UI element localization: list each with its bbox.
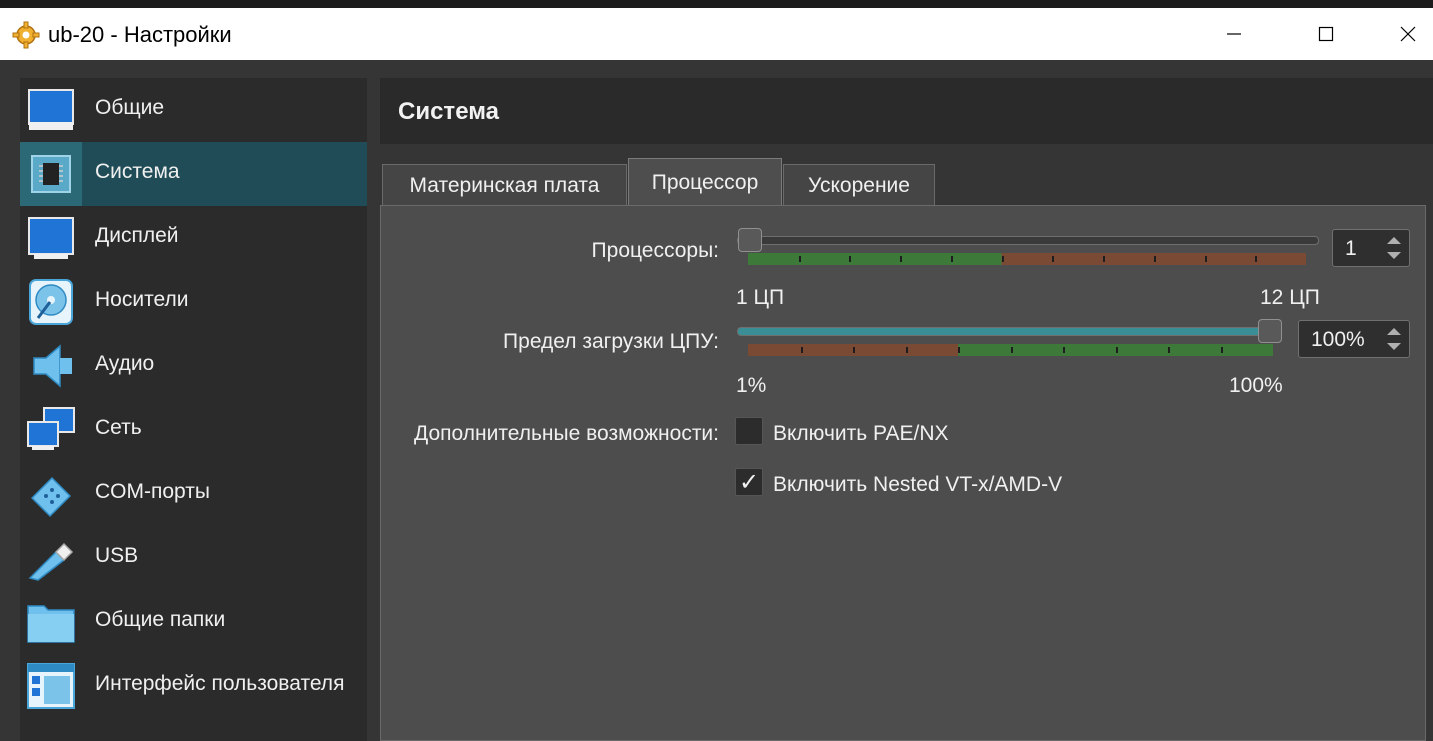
processor-panel: Процессоры: 1 ЦП 12 ЦП 1 Предел загрузки… bbox=[380, 205, 1426, 741]
usb-icon bbox=[28, 542, 74, 581]
cpu-cap-scale bbox=[748, 344, 1273, 356]
cpu-count-scale bbox=[748, 253, 1306, 265]
scale-tick bbox=[1168, 347, 1170, 353]
cpu-cap-slider-track[interactable] bbox=[737, 327, 1277, 336]
minimize-button[interactable] bbox=[1204, 8, 1264, 60]
scale-tick bbox=[853, 347, 855, 353]
scale-tick bbox=[905, 347, 908, 353]
cap-min-label: 1% bbox=[736, 374, 767, 397]
tab-acceleration[interactable]: Ускорение bbox=[783, 164, 935, 206]
top-strip bbox=[0, 0, 1433, 8]
sidebar-item-label: Носители bbox=[95, 288, 189, 311]
scale-tick bbox=[1220, 347, 1223, 353]
sidebar-item-storage[interactable]: Носители bbox=[20, 270, 367, 334]
sidebar-item-label: Сеть bbox=[95, 416, 142, 439]
sidebar-item-shared-folders[interactable]: Общие папки bbox=[20, 590, 367, 654]
spin-arrows-icon[interactable] bbox=[1381, 323, 1407, 355]
section-header: Система bbox=[380, 78, 1433, 144]
speaker-icon bbox=[33, 344, 72, 388]
sidebar-item-user-interface[interactable]: Интерфейс пользователя bbox=[20, 654, 367, 718]
tab-label: Процессор bbox=[651, 170, 759, 194]
cap-max-label: 100% bbox=[1229, 374, 1283, 397]
chip-icon bbox=[31, 155, 71, 193]
scale-tick bbox=[958, 347, 960, 353]
gear-icon bbox=[12, 21, 40, 49]
scale-tick bbox=[1010, 347, 1013, 353]
cpu-count-slider-handle[interactable] bbox=[738, 228, 762, 252]
scale-tick bbox=[1204, 256, 1207, 262]
sidebar-item-label: USB bbox=[95, 544, 139, 567]
tab-label: Материнская плата bbox=[409, 173, 600, 197]
sidebar-item-label: Общие папки bbox=[95, 608, 226, 631]
ui-window-icon bbox=[27, 663, 75, 709]
scale-tick bbox=[798, 256, 801, 262]
cpu-count-slider-track[interactable] bbox=[737, 236, 1319, 245]
cpu-cap-value: 100% bbox=[1311, 328, 1365, 351]
maximize-icon bbox=[1318, 26, 1334, 42]
cpu-count-spinbox[interactable]: 1 bbox=[1332, 229, 1410, 267]
close-icon bbox=[1400, 26, 1416, 42]
extended-features-label: Дополнительные возможности: bbox=[414, 422, 719, 445]
scale-tick bbox=[1255, 256, 1258, 262]
cpu-max-label: 12 ЦП bbox=[1260, 286, 1320, 309]
cpu-cap-label: Предел загрузки ЦПУ: bbox=[503, 330, 719, 353]
scale-tick bbox=[849, 256, 852, 262]
disk-icon bbox=[29, 279, 73, 325]
cpu-min-label: 1 ЦП bbox=[736, 286, 785, 309]
tab-motherboard[interactable]: Материнская плата bbox=[382, 164, 627, 206]
monitor-icon bbox=[28, 89, 74, 130]
scale-tick bbox=[1153, 256, 1156, 262]
scale-tick bbox=[1052, 256, 1055, 262]
pae-nx-checkbox[interactable] bbox=[735, 417, 763, 445]
cpu-count-value: 1 bbox=[1345, 237, 1357, 260]
sidebar-item-usb[interactable]: USB bbox=[20, 526, 367, 590]
folder-icon bbox=[27, 605, 75, 643]
page-title: Система bbox=[398, 98, 500, 125]
settings-window: Общие Система Дисплей Носители Аудио Сет… bbox=[0, 60, 1433, 741]
spin-arrows-icon[interactable] bbox=[1381, 232, 1407, 264]
maximize-button[interactable] bbox=[1296, 8, 1356, 60]
pae-nx-label[interactable]: Включить PAE/NX bbox=[773, 422, 949, 446]
serial-port-icon bbox=[30, 476, 72, 518]
window-title: ub-20 - Настройки bbox=[48, 22, 232, 47]
scale-tick bbox=[800, 347, 803, 353]
title-bar: ub-20 - Настройки bbox=[0, 8, 1433, 60]
sidebar-item-network[interactable]: Сеть bbox=[20, 398, 367, 462]
cpu-cap-spinbox[interactable]: 100% bbox=[1298, 320, 1410, 358]
nested-vtx-checkbox[interactable]: ✓ bbox=[735, 468, 763, 496]
scale-tick bbox=[1103, 256, 1106, 262]
sidebar-item-audio[interactable]: Аудио bbox=[20, 334, 367, 398]
cpu-cap-slider-handle[interactable] bbox=[1258, 319, 1282, 343]
network-icon bbox=[27, 407, 75, 450]
sidebar-item-com-ports[interactable]: COM-порты bbox=[20, 462, 367, 526]
display-icon bbox=[28, 217, 74, 259]
sidebar-item-label: Система bbox=[95, 160, 180, 183]
sidebar-item-system[interactable]: Система bbox=[20, 142, 367, 206]
scale-tick bbox=[1115, 347, 1118, 353]
tab-bar: Материнская плата Процессор Ускорение bbox=[380, 158, 1433, 206]
close-button[interactable] bbox=[1378, 8, 1433, 60]
cpu-count-label: Процессоры: bbox=[591, 239, 719, 262]
sidebar-item-label: Аудио bbox=[95, 352, 155, 375]
sidebar-item-label: Дисплей bbox=[95, 224, 179, 247]
scale-tick bbox=[900, 256, 903, 262]
sidebar-item-label: Общие bbox=[95, 96, 165, 119]
settings-sidebar: Общие Система Дисплей Носители Аудио Сет… bbox=[20, 78, 367, 741]
sidebar-item-general[interactable]: Общие bbox=[20, 78, 367, 142]
nested-vtx-label[interactable]: Включить Nested VT-x/AMD-V bbox=[773, 473, 1062, 497]
scale-tick bbox=[950, 256, 953, 262]
tab-processor[interactable]: Процессор bbox=[628, 158, 782, 206]
scale-tick bbox=[1001, 256, 1004, 262]
sidebar-item-label: Интерфейс пользователя bbox=[95, 672, 345, 695]
sidebar-item-label: COM-порты bbox=[95, 480, 210, 503]
tab-label: Ускорение bbox=[808, 173, 910, 197]
sidebar-item-display[interactable]: Дисплей bbox=[20, 206, 367, 270]
minimize-icon bbox=[1227, 33, 1241, 35]
scale-tick bbox=[1063, 347, 1065, 353]
